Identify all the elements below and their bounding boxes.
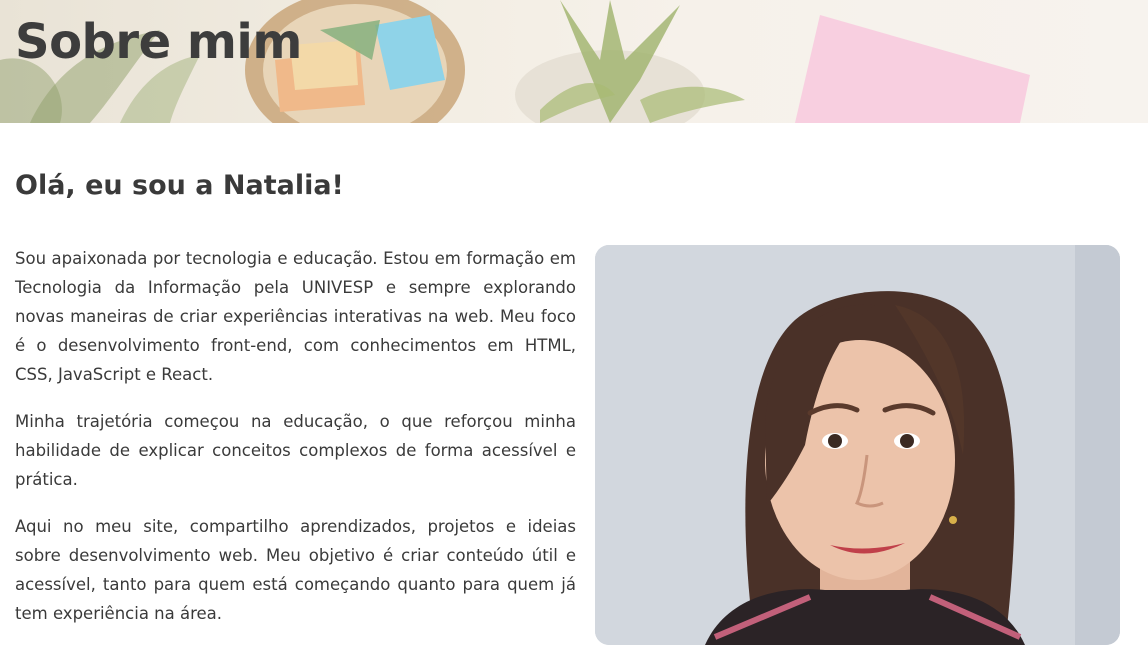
about-paragraph-2: Minha trajetória começou na educação, o …	[15, 412, 576, 489]
page-title: Sobre mim	[15, 14, 302, 70]
header-banner: Sobre mim	[0, 0, 1148, 123]
profile-photo-illustration	[595, 245, 1120, 645]
about-paragraph-1: Sou apaixonada por tecnologia e educação…	[15, 249, 576, 384]
about-paragraph-3: Aqui no meu site, compartilho aprendizad…	[15, 517, 576, 623]
profile-photo	[595, 245, 1120, 645]
about-text: Sou apaixonada por tecnologia e educação…	[15, 244, 576, 646]
intro-heading: Olá, eu sou a Natalia!	[15, 170, 344, 201]
